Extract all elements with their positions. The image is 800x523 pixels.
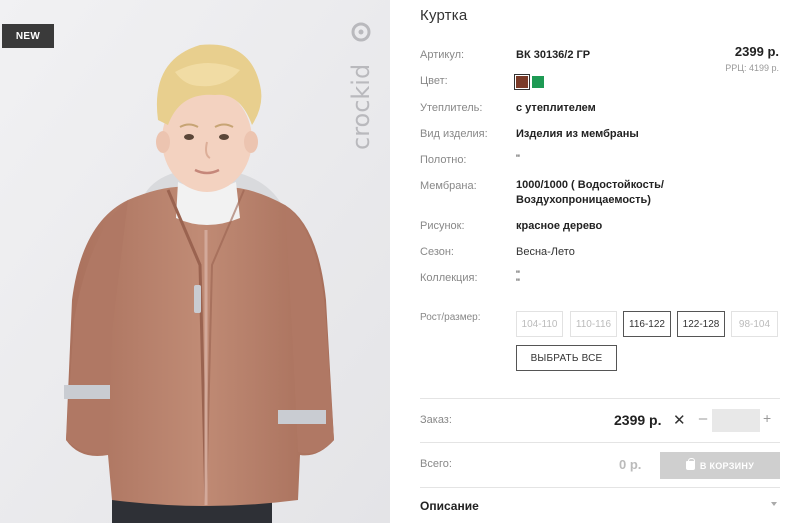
size-option-116-122[interactable]: 116-122: [623, 311, 671, 337]
size-label: Рост/размер:: [420, 312, 481, 323]
size-option-110-116[interactable]: 110-116: [570, 311, 617, 337]
attr-value-pattern: красное дерево: [516, 220, 603, 232]
divider: [420, 442, 780, 443]
product-title: Куртка: [420, 7, 468, 24]
order-price: 2399 р.: [614, 412, 662, 428]
size-option-98-104[interactable]: 98-104: [731, 311, 778, 337]
add-to-cart-label: В КОРЗИНУ: [699, 460, 755, 471]
brand-logo-text: crockid: [347, 64, 375, 150]
size-option-104-110[interactable]: 104-110: [516, 311, 563, 337]
attr-label-collection: Коллекция:: [420, 272, 478, 284]
add-to-cart-button[interactable]: В КОРЗИНУ: [660, 452, 780, 479]
attr-value-membrane-line2: Воздухопроницаемость): [516, 194, 651, 206]
attr-value-insulation: с утеплителем: [516, 102, 596, 114]
order-label: Заказ:: [420, 414, 452, 426]
product-price: 2399 р.: [734, 44, 779, 59]
select-all-button[interactable]: ВЫБРАТЬ ВСЕ: [516, 345, 617, 371]
attr-label-article: Артикул:: [420, 49, 465, 61]
attr-value-collection-line2: ": [516, 277, 520, 289]
color-swatch-green[interactable]: [532, 76, 544, 88]
attr-label-insulation: Утеплитель:: [420, 102, 483, 114]
divider: [420, 398, 780, 399]
attr-label-season: Сезон:: [420, 246, 454, 258]
attr-label-color: Цвет:: [420, 75, 448, 87]
chevron-down-icon[interactable]: [771, 502, 777, 506]
attr-value-article: ВК 30136/2 ГР: [516, 49, 591, 61]
attr-value-type: Изделия из мембраны: [516, 128, 639, 140]
product-rrp: РРЦ: 4199 р.: [725, 63, 779, 73]
total-value: 0 р.: [619, 457, 642, 472]
product-image: [0, 0, 390, 523]
quantity-input[interactable]: [712, 409, 760, 432]
attr-value-membrane: 1000/1000 ( Водостойкость/: [516, 179, 664, 191]
new-badge: NEW: [2, 24, 54, 48]
color-swatch-brown[interactable]: [514, 74, 530, 90]
attr-label-fabric: Полотно:: [420, 154, 467, 166]
total-label: Всего:: [420, 458, 452, 470]
quantity-increment-button[interactable]: +: [763, 410, 771, 426]
product-photo: NEW crockid: [0, 0, 390, 523]
brand-logo: crockid: [347, 22, 375, 150]
quantity-decrement-button[interactable]: –: [697, 410, 709, 427]
attr-value-fabric: ": [516, 153, 520, 165]
remove-order-icon[interactable]: ✕: [673, 411, 686, 429]
attr-label-pattern: Рисунок:: [420, 220, 465, 232]
attr-value-season: Весна-Лето: [516, 246, 575, 258]
cart-bag-icon: [685, 458, 695, 470]
description-toggle[interactable]: Описание: [420, 499, 479, 513]
divider: [420, 487, 780, 488]
size-option-122-128[interactable]: 122-128: [677, 311, 725, 337]
attr-label-membrane: Мембрана:: [420, 180, 477, 192]
attr-label-type: Вид изделия:: [420, 128, 488, 140]
